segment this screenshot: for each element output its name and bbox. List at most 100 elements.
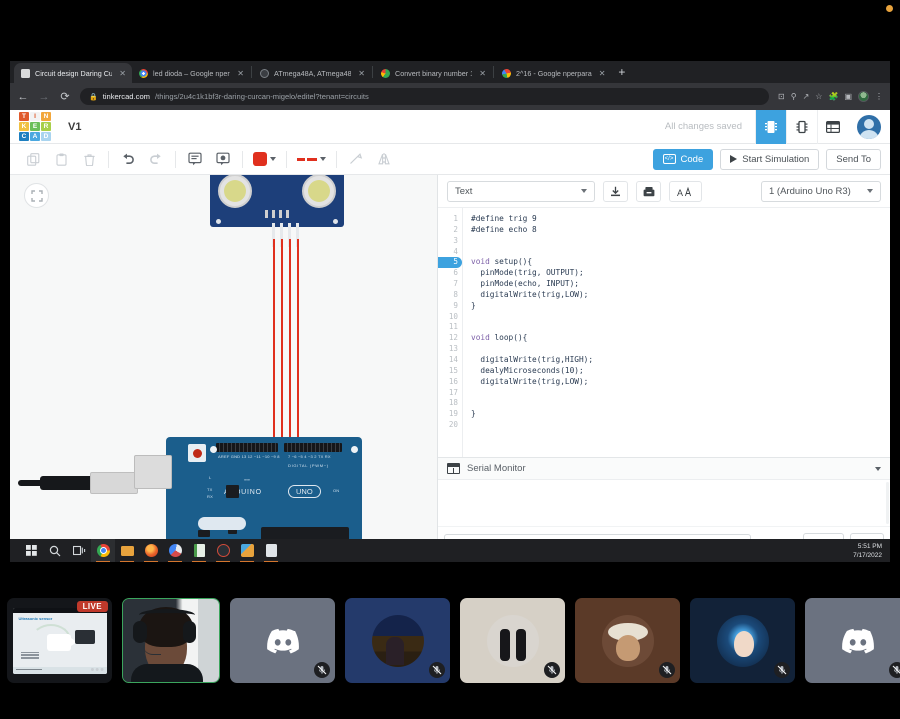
trash-icon[interactable] <box>75 148 103 170</box>
extensions-icon[interactable]: 🧩 <box>828 92 838 101</box>
annotation-icon[interactable] <box>209 148 237 170</box>
undo-icon[interactable] <box>114 148 142 170</box>
chrome-button[interactable] <box>91 539 115 562</box>
close-icon[interactable]: ✕ <box>479 69 486 78</box>
browser-tab[interactable]: led dioda – Google nperpara ✕ <box>132 63 250 83</box>
browser-tab[interactable]: Circuit design Daring Curcan-Mi ✕ <box>14 63 132 83</box>
rotate-icon[interactable] <box>342 148 370 170</box>
share-icon[interactable]: ↗ <box>803 92 810 101</box>
font-size-button[interactable]: A <box>669 181 702 202</box>
forward-icon[interactable]: → <box>38 91 50 103</box>
serial-monitor-header[interactable]: Serial Monitor <box>438 457 890 479</box>
chrome-beta-button[interactable] <box>163 539 187 562</box>
close-icon[interactable]: ✕ <box>119 69 126 78</box>
task-view-button[interactable] <box>67 539 91 562</box>
wire-red[interactable] <box>297 239 299 443</box>
participant-tile-3[interactable] <box>460 598 565 683</box>
chrome-icon <box>139 69 148 78</box>
menu-icon[interactable]: ⋮ <box>875 92 883 101</box>
zoom-icon[interactable]: ⚲ <box>791 92 797 101</box>
components-panel-button[interactable] <box>755 110 786 144</box>
browser-tab[interactable]: Convert binary number 1110111 ✕ <box>374 63 492 83</box>
monitor-icon <box>447 463 460 474</box>
wire-color-picker[interactable] <box>248 152 281 166</box>
line-number: 1 <box>438 214 462 225</box>
participant-tile-6[interactable] <box>805 598 900 683</box>
more-options-icon[interactable]: ••• <box>90 664 105 676</box>
start-button[interactable] <box>19 539 43 562</box>
camera-tile[interactable] <box>122 598 220 683</box>
tinkercad-logo[interactable]: T I N K E R C A D <box>19 112 51 141</box>
list-view-button[interactable] <box>817 110 848 144</box>
participant-tile-2[interactable] <box>345 598 450 683</box>
code-text[interactable]: #define trig 9#define echo 8 void setup(… <box>463 208 890 457</box>
search-icon <box>49 545 61 557</box>
board-select[interactable]: 1 (Arduino Uno R3) <box>761 181 881 202</box>
circuits-button[interactable] <box>786 110 817 144</box>
calculator-button[interactable] <box>259 539 283 562</box>
install-icon[interactable]: ⊡ <box>778 92 785 101</box>
code-button[interactable]: </> Code <box>653 149 714 170</box>
search-button[interactable] <box>43 539 67 562</box>
reload-icon[interactable]: ⟳ <box>59 90 71 103</box>
chevron-down-icon[interactable] <box>875 467 881 471</box>
close-icon[interactable]: ✕ <box>358 69 365 78</box>
lock-icon: 🔒 <box>89 93 98 101</box>
slide-title: Ultrasonic sensor <box>19 616 53 621</box>
code-line: digitalWrite(trig,HIGH); <box>471 355 890 366</box>
paint-button[interactable] <box>235 539 259 562</box>
wire-red[interactable] <box>281 239 283 443</box>
profile-avatar[interactable] <box>858 91 869 102</box>
participant-tile-4[interactable] <box>575 598 680 683</box>
wire-red[interactable] <box>289 239 291 443</box>
google-icon <box>502 69 511 78</box>
page-title[interactable]: V1 <box>68 121 81 133</box>
screen-share-tile[interactable]: Ultrasonic sensor LIVE ••• <box>7 598 112 683</box>
back-icon[interactable]: ← <box>17 91 29 103</box>
circuit-canvas[interactable]: HC-SR04 <box>10 175 438 562</box>
wire-red[interactable] <box>273 239 275 443</box>
new-tab-button[interactable]: + <box>611 65 632 80</box>
sidepanel-icon[interactable]: ▣ <box>844 92 852 101</box>
code-editor[interactable]: 1234567891011121314151617181920 #define … <box>438 208 890 457</box>
participant-tile-5[interactable] <box>690 598 795 683</box>
taskbar-clock[interactable]: 5:51 PM 7/17/2022 <box>853 542 882 560</box>
obs-button[interactable] <box>211 539 235 562</box>
close-icon[interactable]: ✕ <box>599 69 606 78</box>
reset-button[interactable] <box>188 444 206 462</box>
browser-tab[interactable]: ATmega48A, ATmega48PA, ATm ✕ <box>253 63 371 83</box>
digital-header-left[interactable] <box>216 443 278 452</box>
mirror-icon[interactable] <box>370 148 398 170</box>
bookmark-icon[interactable]: ☆ <box>815 92 822 101</box>
address-bar[interactable]: 🔒 tinkercad.com/things/2u4c1k1bf3r-darin… <box>80 88 769 105</box>
code-mode-select[interactable]: Text <box>447 181 595 202</box>
code-toolbar: Text A 1 <box>438 175 890 208</box>
code-line <box>471 247 890 258</box>
fit-to-view-icon[interactable] <box>24 183 49 208</box>
scrollbar[interactable] <box>886 482 889 524</box>
ultrasonic-sensor-hcsr04[interactable]: HC-SR04 <box>210 175 344 227</box>
start-simulation-button[interactable]: Start Simulation <box>720 149 819 170</box>
line-number: 10 <box>438 312 462 323</box>
copy-icon[interactable] <box>19 148 47 170</box>
avatar <box>602 615 654 667</box>
participant-tile-1[interactable] <box>230 598 335 683</box>
download-button[interactable] <box>603 181 628 202</box>
firefox-button[interactable] <box>139 539 163 562</box>
line-number: 3 <box>438 236 462 247</box>
wire-style-picker[interactable] <box>292 157 331 161</box>
close-icon[interactable]: ✕ <box>237 69 244 78</box>
code-mode-label: Text <box>455 186 472 197</box>
redo-icon[interactable] <box>142 148 170 170</box>
digital-header-right[interactable] <box>284 443 342 452</box>
browser-tab[interactable]: 2^16 - Google nperpara ✕ <box>495 63 611 83</box>
upload-button[interactable] <box>636 181 661 202</box>
note-icon[interactable] <box>181 148 209 170</box>
notepad-button[interactable] <box>187 539 211 562</box>
line-number: 16 <box>438 377 462 388</box>
avatar[interactable] <box>857 115 881 139</box>
send-to-button[interactable]: Send To <box>826 149 881 170</box>
paste-icon[interactable] <box>47 148 75 170</box>
file-explorer-button[interactable] <box>115 539 139 562</box>
line-number: 6 <box>438 268 462 279</box>
